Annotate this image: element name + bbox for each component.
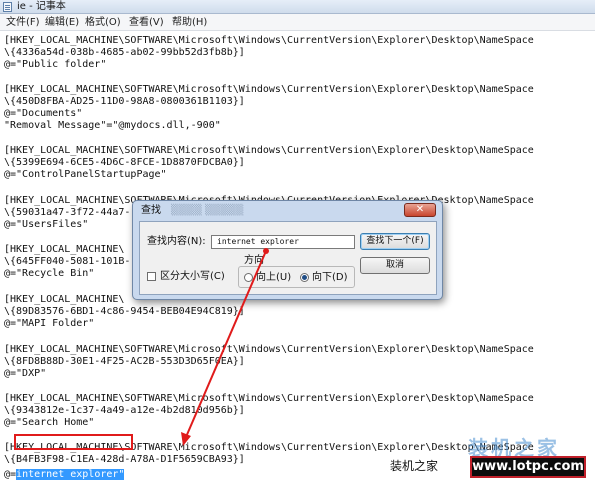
- line-prefix: @=: [4, 469, 17, 480]
- match-case-checkbox[interactable]: [147, 272, 156, 281]
- editor-line: @="Search Home": [4, 417, 95, 428]
- editor-line: \{450D8FBA-AD25-11D0-98A8-0800361B1103}]: [4, 96, 245, 107]
- editor-line: \{8FD8B88D-30E1-4F25-AC2B-553D3D65F0EA}]: [4, 356, 245, 367]
- editor-line: \{89D83576-6BD1-4c86-9454-BEB04E94C819}]: [4, 306, 245, 317]
- window-titlebar: ie - 记事本: [0, 0, 595, 14]
- menu-bar: 文件(F) 编辑(E) 格式(O) 查看(V) 帮助(H): [0, 14, 595, 31]
- editor-line: @="Documents": [4, 108, 83, 119]
- find-what-input[interactable]: internet explorer: [211, 235, 355, 249]
- editor-line: [HKEY_LOCAL_MACHINE\SOFTWARE\Microsoft\W…: [4, 344, 534, 355]
- editor-line: [HKEY_LOCAL_MACHINE\SOFTWARE\Microsoft\W…: [4, 145, 534, 156]
- editor-line: @="UsersFiles": [4, 219, 89, 230]
- editor-line: \{4336a54d-038b-4685-ab02-99bb52d3fb8b}]: [4, 47, 245, 58]
- watermark-url: www.lotpc.com: [470, 456, 586, 478]
- find-what-label: 查找内容(N):: [147, 236, 206, 247]
- annotation-highlight-box: [14, 434, 133, 450]
- editor-line: @="Public folder": [4, 59, 107, 70]
- direction-up-radio[interactable]: [244, 273, 253, 282]
- editor-line: @="ControlPanelStartupPage": [4, 169, 167, 180]
- editor-line: [HKEY_LOCAL_MACHINE\SOFTWARE\Microsoft\W…: [4, 35, 534, 46]
- direction-up-label[interactable]: 向上(U): [256, 272, 291, 284]
- direction-down-radio[interactable]: [300, 273, 309, 282]
- menu-file[interactable]: 文件(F): [4, 14, 42, 31]
- editor-line: \{5399E694-6CE5-4D6C-8FCE-1D8870FDCBA0}]: [4, 157, 245, 168]
- menu-help[interactable]: 帮助(H): [170, 14, 209, 31]
- editor-line: [HKEY_LOCAL_MACHINE\SOFTWARE\Microsoft\W…: [4, 84, 534, 95]
- direction-down-label[interactable]: 向下(D): [312, 272, 348, 284]
- editor-line: \{59031a47-3f72-44a7-: [4, 207, 131, 218]
- cancel-button[interactable]: 取消: [360, 257, 430, 274]
- menu-format[interactable]: 格式(O): [83, 14, 123, 31]
- editor-line: @="DXP": [4, 368, 47, 379]
- dialog-title-ghost: ▒▒▒▒ ▒▒▒▒▒: [171, 205, 244, 216]
- editor-line: \{9343812e-1c37-4a49-a12e-4b2d810d956b}]: [4, 405, 245, 416]
- editor-line: [HKEY_LOCAL_MACHINE\: [4, 294, 125, 305]
- editor-line: "Removal Message"="@mydocs.dll,-900": [4, 120, 221, 131]
- find-next-button[interactable]: 查找下一个(F): [360, 233, 430, 250]
- selected-text: internet explorer": [16, 469, 125, 480]
- watermark-caption: 装机之家: [390, 459, 439, 473]
- menu-view[interactable]: 查看(V): [127, 14, 166, 31]
- dialog-title: 查找: [141, 205, 161, 216]
- window-title: ie - 记事本: [17, 1, 66, 12]
- find-dialog: 查找 ▒▒▒▒ ▒▒▒▒▒ ✕ 查找内容(N): internet explor…: [132, 200, 443, 300]
- menu-edit[interactable]: 编辑(E): [43, 14, 81, 31]
- notepad-icon: [3, 2, 12, 12]
- close-button[interactable]: ✕: [404, 203, 436, 217]
- editor-line-selected: @=internet explorer": [4, 469, 125, 481]
- dialog-client-area: 查找内容(N): internet explorer 查找下一个(F) 取消 方…: [139, 221, 437, 295]
- editor-line: [HKEY_LOCAL_MACHINE\: [4, 244, 125, 255]
- editor-line: @="Recycle Bin": [4, 268, 95, 279]
- editor-line: [HKEY_LOCAL_MACHINE\SOFTWARE\Microsoft\W…: [4, 393, 534, 404]
- editor-line: @="MAPI Folder": [4, 318, 95, 329]
- match-case-label[interactable]: 区分大小写(C): [160, 271, 225, 283]
- editor-line: \{B4FB3F98-C1EA-428d-A78A-D1F5659CBA93}]: [4, 454, 245, 465]
- editor-line: \{645FF040-5081-101B-: [4, 256, 131, 267]
